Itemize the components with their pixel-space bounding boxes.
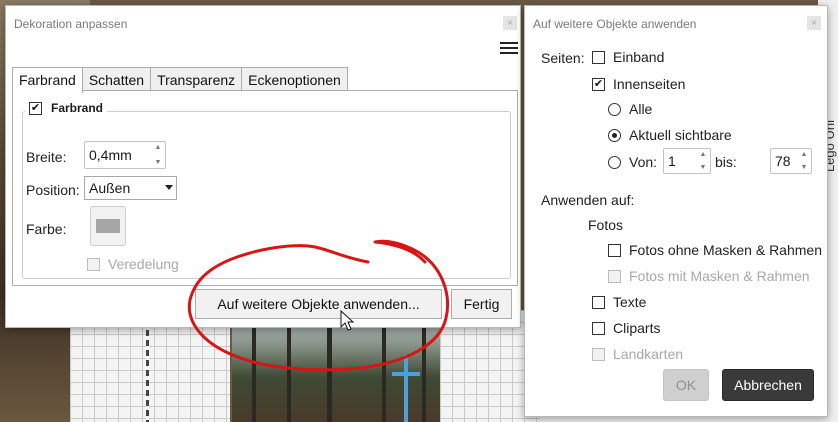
range-from-stepper[interactable]: 1 ▲ ▼ <box>663 148 711 174</box>
farbrand-group-legend: ✔ Farbrand <box>25 101 108 115</box>
close-button[interactable]: × <box>807 16 821 30</box>
dialog-title: Dekoration anpassen <box>14 17 128 31</box>
position-value: Außen <box>89 180 131 196</box>
position-select[interactable]: Außen <box>84 176 177 200</box>
cover-row[interactable]: Einband <box>592 49 664 65</box>
inner-pages-label: Innenseiten <box>613 76 686 92</box>
tab-schatten[interactable]: Schatten <box>81 67 152 91</box>
visible-pages-row[interactable]: Aktuell sichtbare <box>608 127 732 143</box>
range-from-label: Von: <box>629 154 658 170</box>
apply-to-more-objects-button[interactable]: Auf weitere Objekte anwenden... <box>195 289 442 319</box>
tab-panel-farbrand: ✔ Farbrand Breite: 0,4mm ▲ ▼ Position: A… <box>12 90 518 286</box>
tree-trunk <box>382 327 386 422</box>
width-stepper[interactable]: 0,4mm ▲ ▼ <box>84 141 166 169</box>
all-pages-label: Alle <box>629 101 653 117</box>
refinement-label: Veredelung <box>108 256 179 272</box>
maps-checkbox[interactable] <box>592 347 605 361</box>
texts-checkbox[interactable] <box>592 295 605 309</box>
texts-label: Texte <box>613 294 647 310</box>
cover-label: Einband <box>613 49 665 65</box>
tree-trunk <box>287 322 291 422</box>
refinement-checkbox[interactable] <box>87 257 100 271</box>
texts-row[interactable]: Texte <box>592 294 646 310</box>
range-to-value: 78 <box>775 153 791 169</box>
arrow-down-icon[interactable]: ▼ <box>801 164 808 171</box>
color-swatch <box>96 219 120 233</box>
visible-pages-radio[interactable] <box>608 128 621 142</box>
menu-icon[interactable] <box>500 42 518 56</box>
all-pages-row[interactable]: Alle <box>608 101 652 117</box>
tab-transparenz[interactable]: Transparenz <box>150 67 243 91</box>
visible-pages-label: Aktuell sichtbare <box>629 127 732 143</box>
photos-no-masks-row[interactable]: Fotos ohne Masken & Rahmen <box>608 242 822 258</box>
done-button[interactable]: Fertig <box>451 289 512 319</box>
tab-bar: Farbrand Schatten Transparenz Eckenoptio… <box>12 67 348 93</box>
width-value: 0,4mm <box>89 147 132 163</box>
farbrand-checkbox[interactable]: ✔ <box>29 101 42 115</box>
inner-pages-checkbox[interactable]: ✔ <box>592 77 605 91</box>
apply-to-objects-dialog: Auf weitere Objekte anwenden × Seiten: E… <box>524 5 828 417</box>
range-from-value: 1 <box>668 153 676 169</box>
range-to-label: bis: <box>715 154 737 170</box>
ok-button[interactable]: OK <box>663 369 709 401</box>
close-button[interactable]: × <box>503 16 517 30</box>
inner-pages-row[interactable]: ✔ Innenseiten <box>592 76 685 92</box>
tab-farbrand[interactable]: Farbrand <box>12 67 83 93</box>
photos-masks-checkbox[interactable] <box>608 269 621 283</box>
arrow-down-icon[interactable]: ▼ <box>155 159 162 166</box>
photos-masks-label: Fotos mit Masken & Rahmen <box>629 268 810 284</box>
photos-label: Fotos <box>588 217 624 233</box>
cancel-button[interactable]: Abbrechen <box>722 369 814 401</box>
arrow-up-icon[interactable]: ▲ <box>700 151 707 158</box>
range-radio[interactable] <box>608 155 621 169</box>
photos-no-masks-checkbox[interactable] <box>608 243 621 257</box>
color-picker-button[interactable] <box>90 206 126 246</box>
maps-label: Landkarten <box>613 346 684 362</box>
photos-no-masks-label: Fotos ohne Masken & Rahmen <box>629 242 822 258</box>
farbrand-group-label: Farbrand <box>51 101 104 115</box>
arrow-down-icon[interactable]: ▼ <box>700 164 707 171</box>
maps-row: Landkarten <box>592 346 683 362</box>
cross-shape <box>404 355 408 422</box>
width-label: Breite: <box>26 149 67 165</box>
cover-checkbox[interactable] <box>592 50 605 64</box>
range-to-stepper[interactable]: 78 ▲ ▼ <box>770 148 812 174</box>
pages-label: Seiten: <box>541 50 585 66</box>
arrow-up-icon[interactable]: ▲ <box>155 144 162 151</box>
all-pages-radio[interactable] <box>608 102 621 116</box>
dialog-title: Auf weitere Objekte anwenden <box>533 17 697 31</box>
chevron-down-icon <box>165 185 173 190</box>
range-row: Von: <box>608 154 657 170</box>
decoration-dialog: Dekoration anpassen × Farbrand Schatten … <box>5 5 521 328</box>
apply-to-label: Anwenden auf: <box>541 192 635 208</box>
arrow-up-icon[interactable]: ▲ <box>801 151 808 158</box>
cliparts-row[interactable]: Cliparts <box>592 320 660 336</box>
refinement-row: Veredelung <box>87 256 179 272</box>
cliparts-label: Cliparts <box>613 320 661 336</box>
color-label: Farbe: <box>26 221 67 237</box>
cross-shape <box>392 372 420 376</box>
cliparts-checkbox[interactable] <box>592 321 605 335</box>
position-label: Position: <box>26 182 80 198</box>
photos-masks-row: Fotos mit Masken & Rahmen <box>608 268 810 284</box>
tab-eckenoptionen[interactable]: Eckenoptionen <box>241 67 348 91</box>
